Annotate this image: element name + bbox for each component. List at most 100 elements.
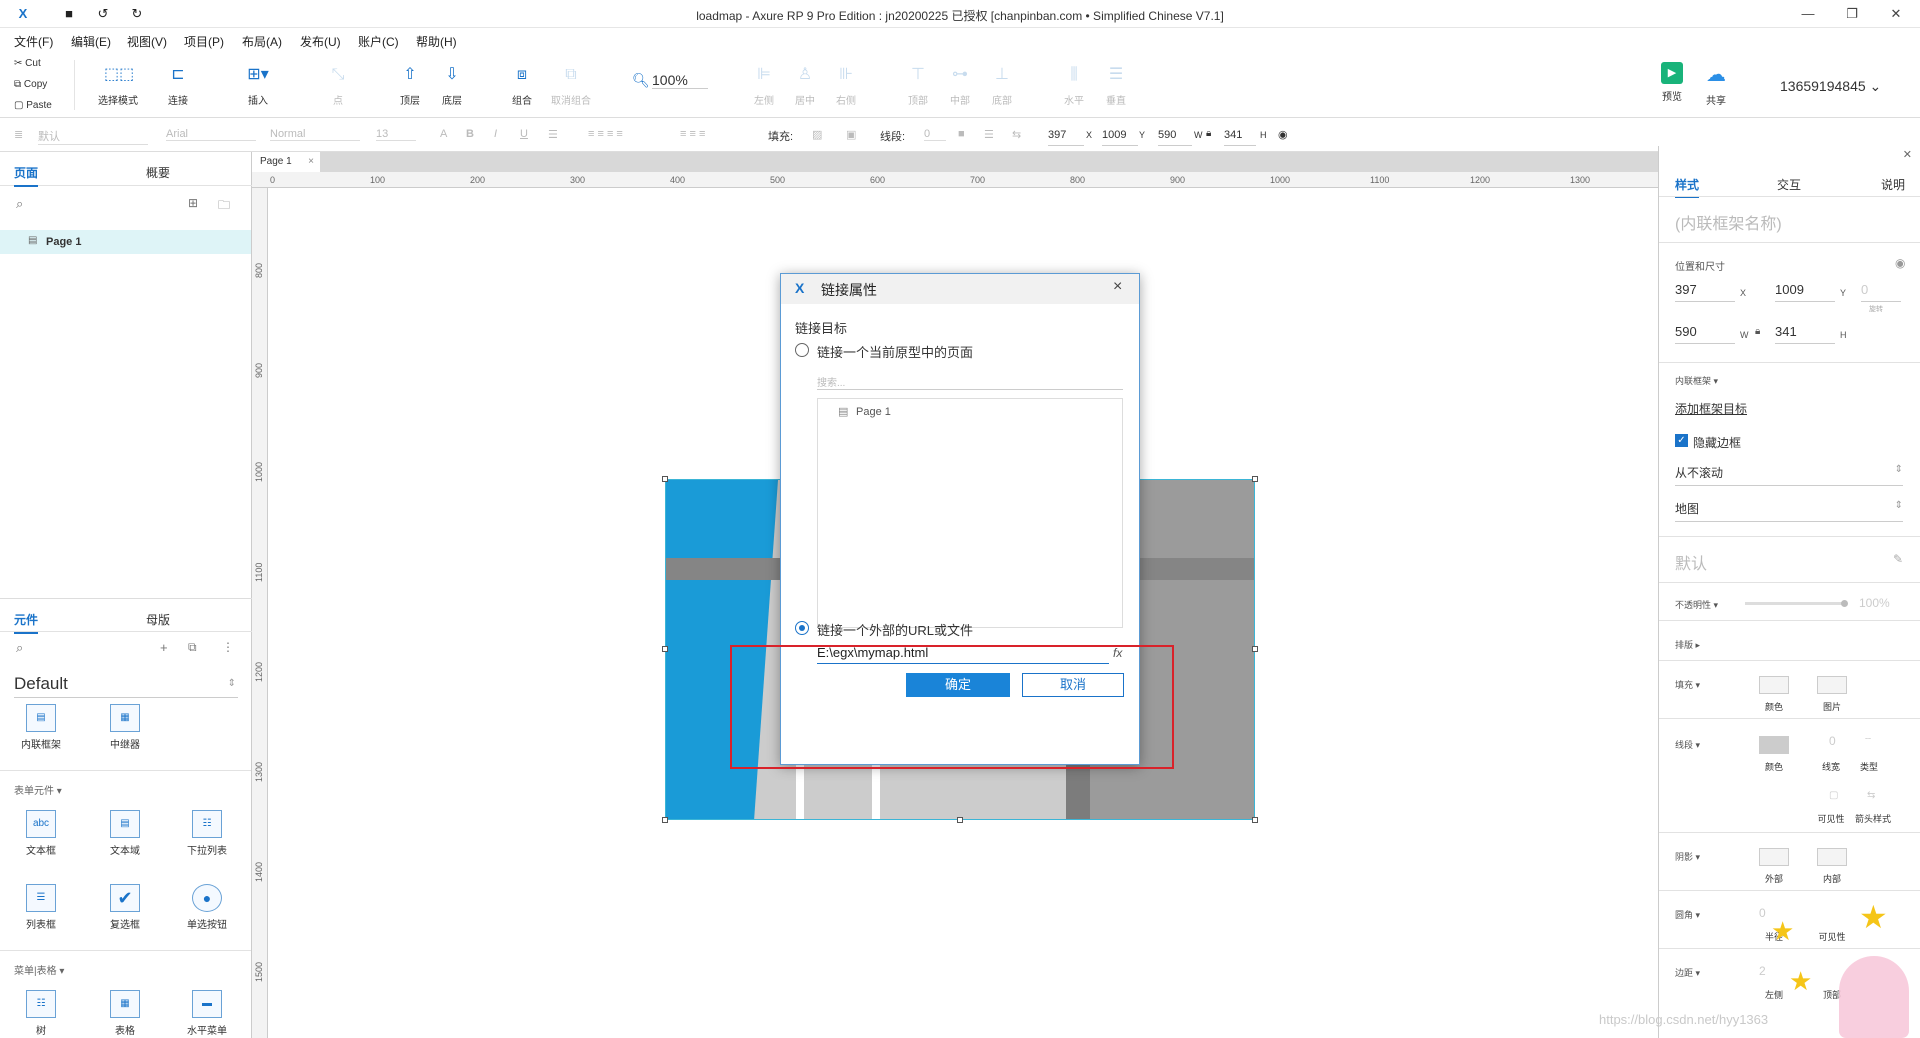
add-page-icon[interactable]: ⊞ xyxy=(188,196,198,210)
stroke-width-field[interactable]: 0 xyxy=(1829,734,1836,748)
menu-edit[interactable]: 编辑(E) xyxy=(71,33,111,50)
share-button[interactable]: ☁ 共享 xyxy=(1696,62,1736,107)
font-size-select[interactable]: 13 xyxy=(376,128,416,141)
library-icon[interactable]: ⧉ xyxy=(188,640,197,655)
eye-icon[interactable]: ◉ xyxy=(1278,128,1288,141)
stroke-type-icon[interactable]: ┄ xyxy=(1865,734,1871,745)
tab-pages[interactable]: 页面 xyxy=(14,164,39,187)
paste-button[interactable]: ▢ Paste xyxy=(14,100,52,111)
stroke-color-swatch[interactable] xyxy=(1759,736,1789,754)
style-select[interactable]: 默认 xyxy=(1675,550,1707,574)
slider-thumb[interactable] xyxy=(1841,600,1848,607)
add-folder-icon[interactable]: 🗀︎ xyxy=(218,196,230,217)
tab-outline[interactable]: 概要 xyxy=(146,164,170,181)
corner-section[interactable]: 圆角 ▾ xyxy=(1675,908,1700,921)
resize-handle[interactable] xyxy=(662,817,668,823)
widget-hmenu[interactable]: ▬ 水平菜单 xyxy=(172,990,242,1037)
widget-listbox[interactable]: ☰ 列表框 xyxy=(6,884,76,931)
align-text-icon[interactable]: ≡ ≡ ≡ ≡ xyxy=(588,128,623,140)
tab-masters[interactable]: 母版 xyxy=(146,611,170,628)
typography-section[interactable]: 排版 ▸ xyxy=(1675,638,1700,651)
x-field[interactable]: 397 xyxy=(1675,282,1735,302)
widget-textarea[interactable]: ▤ 文本域 xyxy=(90,810,160,857)
tab-interact[interactable]: 交互 xyxy=(1777,176,1801,193)
align-center-button[interactable]: ♙ 居中 xyxy=(785,62,825,107)
y-field[interactable]: 1009 xyxy=(1775,282,1835,302)
widget-checkbox[interactable]: ✔ 复选框 xyxy=(90,884,160,931)
widget-textbox[interactable]: abc 文本框 xyxy=(6,810,76,857)
tab-widgets[interactable]: 元件 xyxy=(14,611,39,634)
w-field[interactable]: 590 xyxy=(1675,324,1735,344)
font-select[interactable]: Arial xyxy=(166,128,256,141)
lock-icon[interactable]: 🔒︎ xyxy=(1755,326,1760,337)
bold-icon[interactable]: B xyxy=(466,128,474,140)
opacity-slider[interactable] xyxy=(1745,600,1848,607)
maximize-button[interactable]: ❐ xyxy=(1832,3,1872,25)
style-select[interactable]: 默认 xyxy=(38,128,148,145)
widget-iframe[interactable]: ▤ 内联框架 xyxy=(6,704,76,751)
menu-file[interactable]: 文件(F) xyxy=(14,33,53,50)
cut-button[interactable]: ✂ Cut xyxy=(14,58,41,69)
padding-section[interactable]: 边距 ▾ xyxy=(1675,966,1700,979)
page-row-page1[interactable]: ▤ Page 1 xyxy=(0,230,251,254)
fill-color-icon[interactable]: ▨ xyxy=(812,128,822,141)
menu-section-header[interactable]: 菜单|表格 ▾ xyxy=(14,962,64,977)
align-top-button[interactable]: ⊤ 顶部 xyxy=(898,62,938,107)
doc-tab-page1[interactable]: Page 1 × xyxy=(252,152,320,172)
radio-link-url[interactable] xyxy=(795,621,809,635)
widget-search-icon[interactable]: ⌕ xyxy=(16,640,23,656)
resize-handle[interactable] xyxy=(1252,476,1258,482)
bring-top-button[interactable]: ⇧ 顶层 xyxy=(390,62,430,107)
h-field[interactable]: 341 xyxy=(1224,126,1256,146)
resize-handle[interactable] xyxy=(662,476,668,482)
zoom-field[interactable]: 100% xyxy=(652,72,708,89)
menu-publish[interactable]: 发布(U) xyxy=(300,33,341,50)
font-weight-select[interactable]: Normal xyxy=(270,128,360,141)
fill-image-icon[interactable]: ▣ xyxy=(846,128,856,141)
widget-repeater[interactable]: ▦ 中继器 xyxy=(90,704,160,751)
widget-table[interactable]: ▦ 表格 xyxy=(90,990,160,1037)
tab-style[interactable]: 样式 xyxy=(1675,176,1700,198)
hide-border-checkbox[interactable]: ✓ xyxy=(1675,434,1688,447)
close-button[interactable]: ✕ xyxy=(1876,3,1916,25)
stroke-color-icon[interactable]: ■ xyxy=(958,128,965,140)
align-bottom-button[interactable]: ⊥ 底部 xyxy=(982,62,1022,107)
copy-button[interactable]: ⧉ Copy xyxy=(14,79,47,90)
tree-page1[interactable]: Page 1 xyxy=(856,406,891,418)
fill-image-swatch[interactable] xyxy=(1817,676,1847,694)
padding-left-field[interactable]: 2 xyxy=(1759,964,1766,978)
opacity-field[interactable]: 100% xyxy=(1859,596,1890,610)
italic-icon[interactable]: I xyxy=(494,128,497,140)
h-field[interactable]: 341 xyxy=(1775,324,1835,344)
widget-name-field[interactable]: (内联框架名称) xyxy=(1675,210,1782,234)
menu-view[interactable]: 视图(V) xyxy=(127,33,167,50)
add-library-icon[interactable]: + xyxy=(160,640,168,655)
widget-tree[interactable]: ☷ 树 xyxy=(6,990,76,1037)
select-mode-button[interactable]: ⬚⬚ 选择模式 xyxy=(86,62,150,107)
align-right-button[interactable]: ⊪ 右侧 xyxy=(826,62,866,107)
arrow-style-icon[interactable]: ⇆ xyxy=(1012,128,1021,141)
menu-help[interactable]: 帮助(H) xyxy=(416,33,457,50)
resize-handle[interactable] xyxy=(1252,646,1258,652)
minimize-button[interactable]: — xyxy=(1788,3,1828,25)
close-panel-icon[interactable]: ✕ xyxy=(1903,148,1912,161)
more-icon[interactable]: ⋮ xyxy=(222,640,234,654)
page-search-input[interactable]: 搜索... xyxy=(817,370,1123,390)
lock-icon[interactable]: 🔒︎ xyxy=(1206,128,1211,139)
w-field[interactable]: 590 xyxy=(1158,126,1192,146)
inner-shadow-swatch[interactable] xyxy=(1817,848,1847,866)
distribute-vertical-button[interactable]: ☰ 垂直 xyxy=(1096,62,1136,107)
send-bottom-button[interactable]: ⇩ 底层 xyxy=(432,62,472,107)
distribute-horizontal-button[interactable]: ⫼ 水平 xyxy=(1054,62,1094,107)
group-button[interactable]: ⧈ 组合 xyxy=(502,62,542,107)
search-icon[interactable]: ⌕ xyxy=(16,196,23,212)
resize-handle[interactable] xyxy=(1252,817,1258,823)
widget-radio[interactable]: ● 单选按钮 xyxy=(172,884,242,931)
library-select[interactable]: Default ⇕ xyxy=(14,674,238,698)
y-field[interactable]: 1009 xyxy=(1102,126,1138,146)
stroke-type-icon[interactable]: ☰ xyxy=(984,128,994,141)
align-left-button[interactable]: ⊫ 左侧 xyxy=(744,62,784,107)
x-field[interactable]: 397 xyxy=(1048,126,1084,146)
shadow-section[interactable]: 阴影 ▾ xyxy=(1675,850,1700,863)
fill-color-swatch[interactable] xyxy=(1759,676,1789,694)
